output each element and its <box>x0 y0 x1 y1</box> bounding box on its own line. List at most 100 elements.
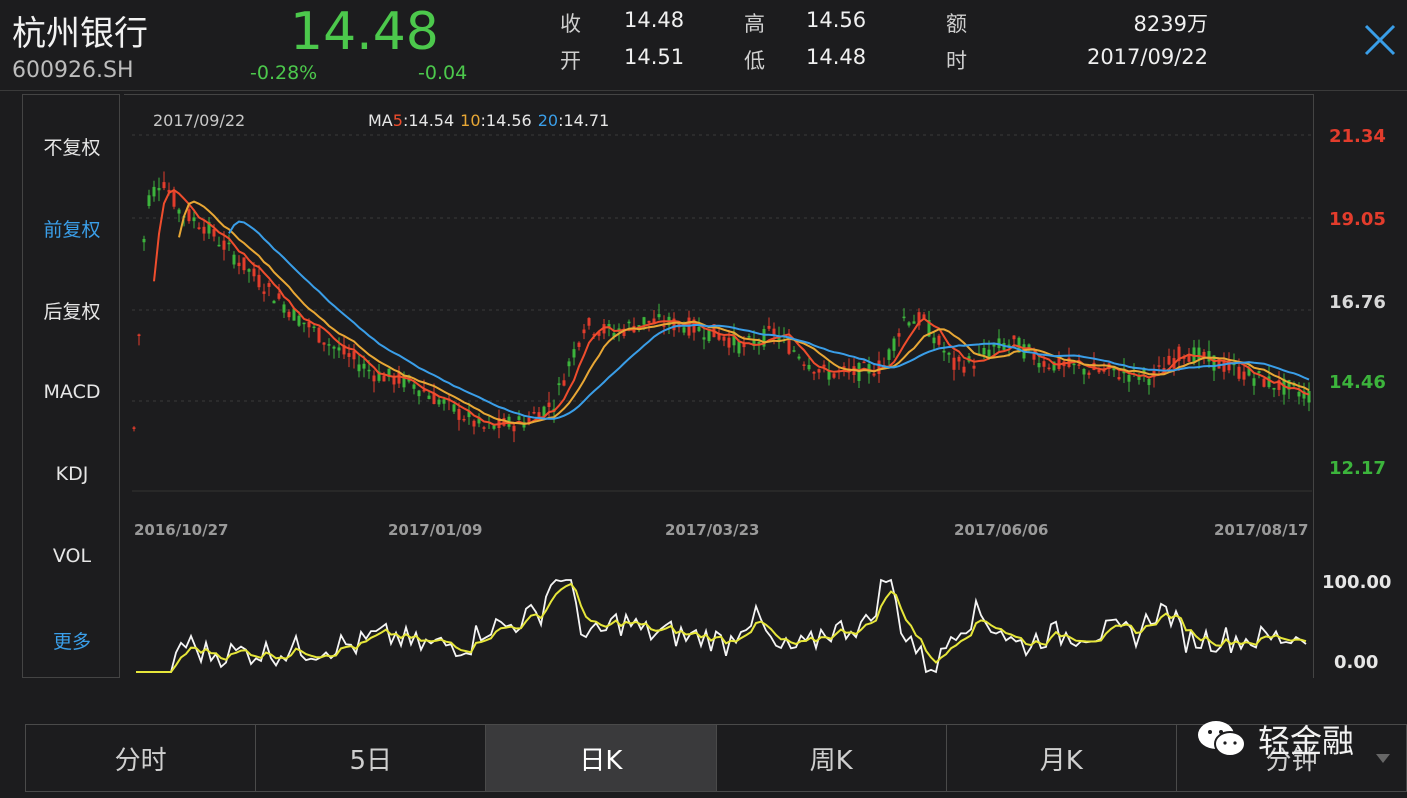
y-tick-label: 12.17 <box>1329 458 1386 479</box>
candle-body <box>152 186 156 197</box>
candle-body <box>802 364 806 366</box>
candle-body <box>172 191 176 207</box>
close-icon[interactable] <box>1362 22 1398 58</box>
candle-body <box>887 349 891 360</box>
candle-body <box>132 427 136 429</box>
candle-body <box>257 274 261 288</box>
candle-body <box>232 254 236 265</box>
candle-body <box>897 333 901 337</box>
candle-body <box>642 317 646 325</box>
candle-body <box>937 335 941 345</box>
open-label: 开 <box>560 49 581 73</box>
side-item-kdj[interactable]: KDJ <box>23 463 121 485</box>
candle-body <box>962 366 966 373</box>
candle-body <box>1047 367 1051 370</box>
tab-5day[interactable]: 5日 <box>256 725 487 791</box>
candle-body <box>277 293 281 299</box>
side-item-more[interactable]: 更多 <box>23 627 121 654</box>
candle-body <box>1242 371 1246 380</box>
side-item-macd[interactable]: MACD <box>23 381 121 403</box>
side-item-vol[interactable]: VOL <box>23 545 121 567</box>
candle-body <box>372 375 376 382</box>
tab-weekly-k[interactable]: 周K <box>717 725 947 791</box>
ma20-value: :14.71 <box>558 111 609 130</box>
x-tick-label: 2016/10/27 <box>134 521 228 539</box>
candle-body <box>412 384 416 389</box>
side-item-forward-adjust[interactable]: 前复权 <box>23 215 121 242</box>
chevron-down-icon[interactable] <box>1376 754 1390 764</box>
candle-body <box>442 399 446 404</box>
candle-body <box>787 340 791 354</box>
side-item-no-adjust[interactable]: 不复权 <box>23 133 121 160</box>
candle-body <box>1257 371 1261 374</box>
candle-body <box>1252 378 1256 386</box>
candle-body <box>272 300 276 304</box>
tab-monthly-k[interactable]: 月K <box>947 725 1177 791</box>
candle-body <box>1272 387 1276 390</box>
open-value: 14.51 <box>624 45 685 69</box>
candle-body <box>362 363 366 369</box>
candle-body <box>792 350 796 352</box>
candle-body <box>397 372 401 384</box>
candle-body <box>417 390 421 397</box>
candle-body <box>242 257 246 271</box>
candle-body <box>262 291 266 294</box>
candlestick-chart[interactable]: 2017/09/22 MA5:14.54 10:14.56 20:14.71 21.… <box>124 94 1407 684</box>
candle-body <box>1167 355 1171 365</box>
candle-body <box>317 327 321 343</box>
time-label: 时 <box>946 49 967 73</box>
candle-body <box>832 373 836 378</box>
change-percent: -0.28% <box>250 62 318 84</box>
high-value: 14.56 <box>806 8 867 32</box>
tab-daily-k[interactable]: 日K <box>486 725 717 791</box>
candle-body <box>287 311 291 318</box>
candle-body <box>1097 369 1101 373</box>
candle-body <box>872 373 876 376</box>
candle-body <box>482 427 486 429</box>
candle-body <box>472 420 476 427</box>
side-item-backward-adjust[interactable]: 后复权 <box>23 297 121 324</box>
candle-body <box>697 326 701 332</box>
amount-label: 额 <box>946 12 967 36</box>
candle-body <box>452 404 456 412</box>
y-tick-label: 16.76 <box>1329 292 1386 313</box>
header-divider <box>0 90 1407 91</box>
candle-body <box>312 326 316 329</box>
candle-body <box>1307 390 1311 403</box>
candle-body <box>332 346 336 349</box>
candle-body <box>202 226 206 234</box>
candle-body <box>627 321 631 324</box>
candle-body <box>647 320 651 323</box>
candle-body <box>212 229 216 237</box>
side-menu: 不复权 前复权 后复权 MACD KDJ VOL 更多 <box>22 94 120 678</box>
ma5-value: :14.54 <box>403 111 454 130</box>
close-value: 14.48 <box>624 8 685 32</box>
candle-body <box>252 268 256 277</box>
current-price: 14.48 <box>290 2 439 62</box>
candle-body <box>142 238 146 243</box>
candle-body <box>1012 335 1016 340</box>
candle-body <box>1297 391 1301 397</box>
candle-body <box>982 348 986 355</box>
osc-tick-label: 0.00 <box>1334 652 1378 673</box>
tab-intraday[interactable]: 分时 <box>26 725 257 791</box>
candle-body <box>197 227 201 229</box>
candle-body <box>1147 378 1151 386</box>
ma5-key: 5 <box>393 111 403 130</box>
chart-date-label: 2017/09/22 <box>153 111 245 130</box>
candle-body <box>1222 360 1226 372</box>
candle-body <box>812 371 816 374</box>
candle-body <box>722 336 726 341</box>
candle-body <box>322 342 326 345</box>
candle-body <box>1087 372 1091 375</box>
candle-body <box>177 209 181 214</box>
candle-body <box>517 416 521 420</box>
candle-body <box>582 329 586 334</box>
candle-body <box>767 325 771 329</box>
candle-body <box>367 369 371 372</box>
watermark: 轻金融 <box>1196 716 1354 762</box>
candle-body <box>247 269 251 272</box>
x-tick-label: 2017/06/06 <box>954 521 1048 539</box>
ma10-key: 10 <box>460 111 480 130</box>
candle-body <box>157 187 161 191</box>
